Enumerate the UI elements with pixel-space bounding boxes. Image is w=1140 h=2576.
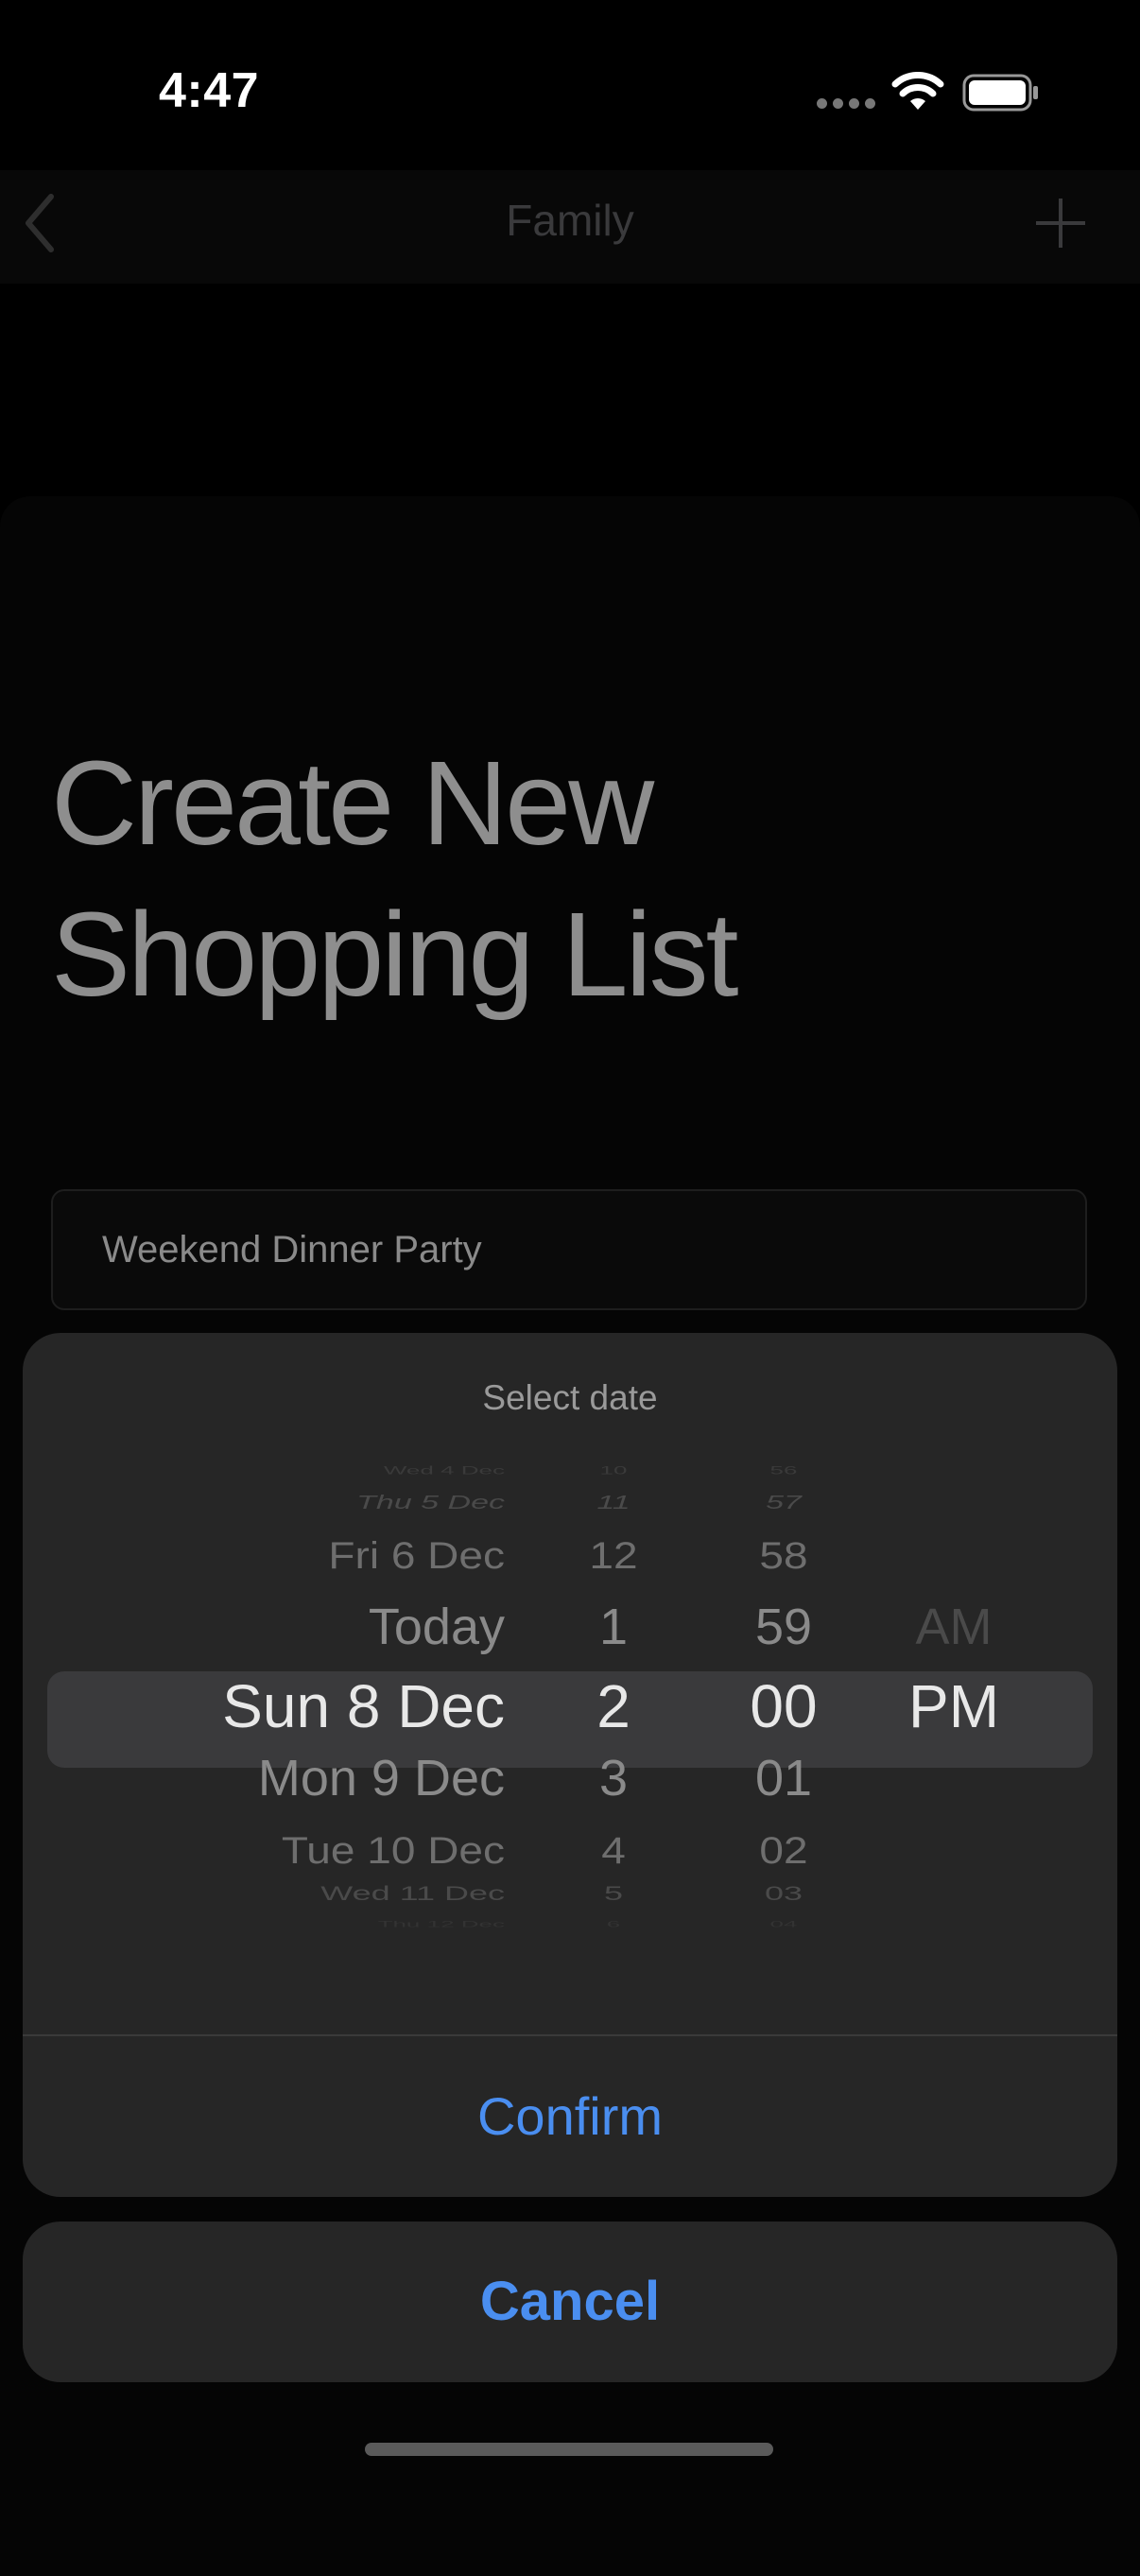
day-option[interactable]: Wed 11 Dec [23,1881,505,1905]
home-indicator[interactable] [365,2443,773,2456]
minute-option[interactable]: 57 [684,1492,883,1513]
confirm-button[interactable]: Confirm [23,2036,1117,2197]
minute-option[interactable]: 59 [684,1598,883,1656]
cancel-panel: Cancel [23,2222,1117,2382]
ampm-option-selected[interactable]: PM [855,1671,1053,1741]
minute-option[interactable]: 02 [684,1828,883,1872]
signal-dots-icon [817,98,875,112]
plus-icon[interactable] [1032,195,1089,251]
wifi-icon [891,72,944,110]
day-option[interactable]: Mon 9 Dec [23,1749,505,1807]
page-title-line-2: Shopping List [51,888,739,1021]
status-bar: 4:47 [0,0,1140,189]
date-time-wheel[interactable]: Wed 4 Dec Thu 5 Dec Fri 6 Dec Today Sun … [23,1465,1117,1995]
battery-icon [962,74,1038,112]
minute-option-selected[interactable]: 00 [684,1671,883,1741]
minute-option[interactable]: 04 [684,1919,883,1929]
hour-option[interactable]: 1 [533,1598,694,1656]
cancel-button[interactable]: Cancel [23,2222,1117,2382]
day-option[interactable]: Thu 5 Dec [23,1492,519,1513]
hour-option[interactable]: 6 [533,1919,694,1929]
nav-title: Family [506,196,634,245]
status-time: 4:47 [159,63,260,118]
list-name-value: Weekend Dinner Party [102,1229,482,1271]
dynamic-island [392,47,742,142]
day-option[interactable]: Fri 6 Dec [23,1533,510,1577]
hour-option[interactable]: 5 [533,1881,694,1905]
hour-option[interactable]: 12 [533,1533,694,1577]
minute-option[interactable]: 01 [684,1749,883,1807]
hour-option[interactable]: 10 [533,1465,694,1477]
list-name-input[interactable]: Weekend Dinner Party [51,1189,1087,1310]
ampm-option[interactable]: AM [855,1598,1053,1656]
page-title: Create New Shopping List [51,728,1091,1030]
hour-option-selected[interactable]: 2 [533,1671,694,1741]
minute-option[interactable]: 03 [684,1881,883,1905]
day-column[interactable]: Wed 4 Dec Thu 5 Dec Fri 6 Dec Today Sun … [23,1465,505,1995]
minute-column[interactable]: 56 57 58 59 00 01 02 03 04 [684,1465,883,1995]
hour-option[interactable]: 4 [533,1828,694,1872]
minute-option[interactable]: 58 [684,1533,883,1577]
hour-column[interactable]: 10 11 12 1 2 3 4 5 6 [533,1465,694,1995]
picker-header: Select date [482,1378,658,1417]
hour-option[interactable]: 3 [533,1749,694,1807]
day-option[interactable]: Tue 10 Dec [23,1828,505,1872]
date-picker-sheet: Select date Wed 4 Dec Thu 5 Dec Fri 6 De… [23,1333,1117,2197]
minute-option[interactable]: 56 [684,1465,883,1477]
page-title-line-1: Create New [51,736,654,870]
day-option-selected[interactable]: Sun 8 Dec [23,1671,514,1741]
hour-option[interactable]: 11 [533,1492,694,1513]
ampm-column[interactable]: AM PM [855,1465,1053,1995]
day-option[interactable]: Thu 12 Dec [23,1919,505,1929]
day-option[interactable]: Today [23,1598,514,1656]
